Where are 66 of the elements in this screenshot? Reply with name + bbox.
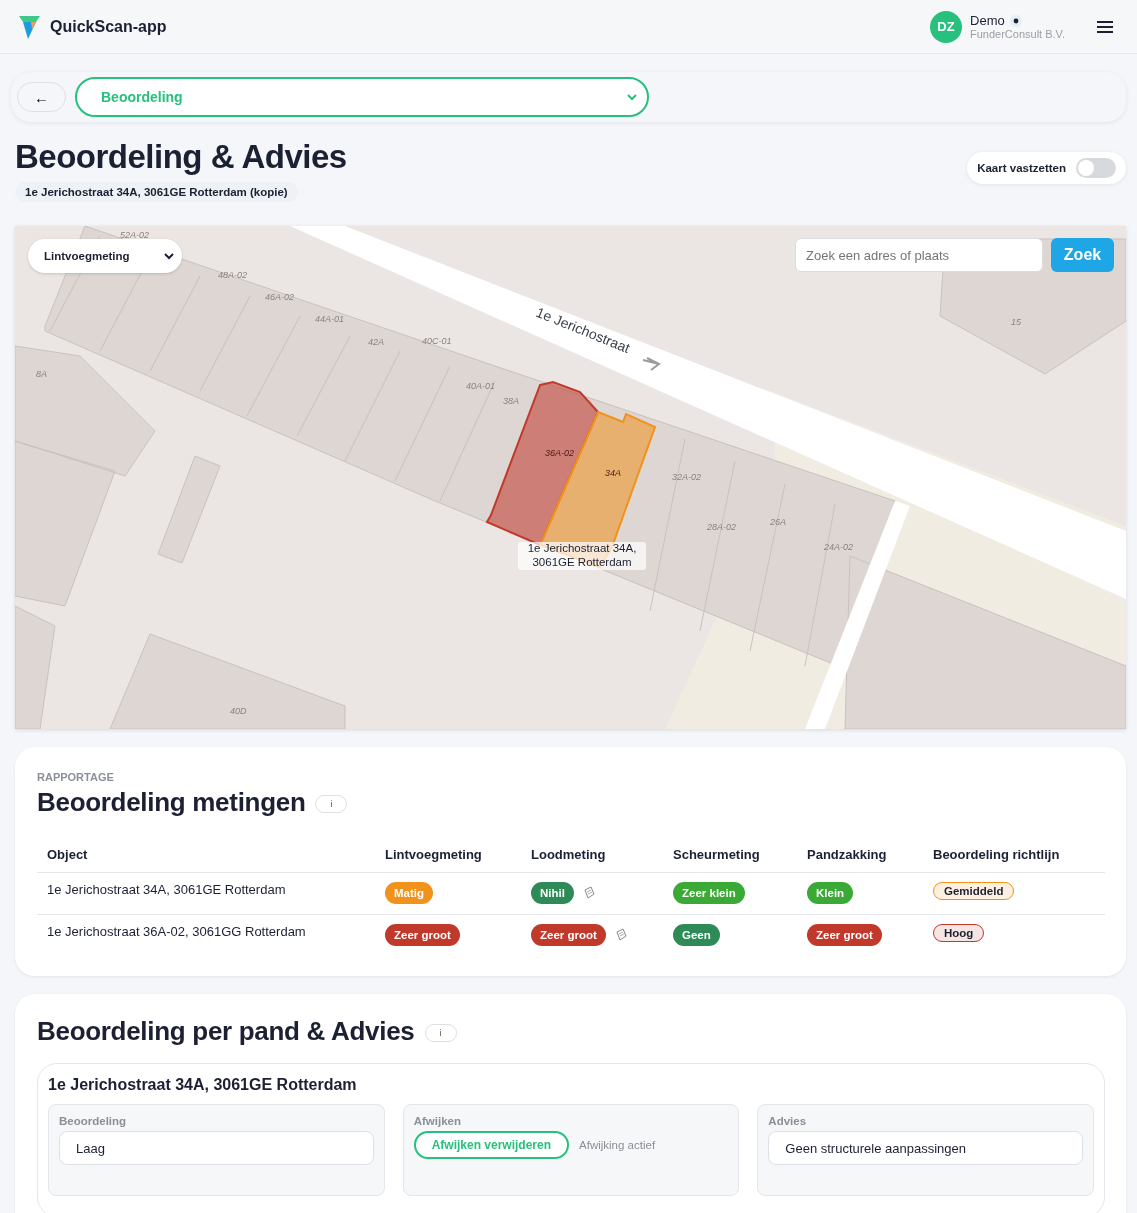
page-title: Beoordeling & Advies [15, 138, 347, 176]
column-header: Lintvoegmeting [375, 840, 521, 873]
chevron-icon [627, 93, 637, 101]
house-number: 34A [605, 468, 621, 478]
user-name: Demo [970, 13, 1005, 28]
column-header: Beoordeling richtlijn [923, 840, 1105, 873]
rating-badge: Zeer groot [807, 924, 882, 946]
rating-badge: Geen [673, 924, 720, 946]
logo-icon [18, 13, 42, 40]
selected-address-label: 1e Jerichostraat 34A, 3061GE Rotterdam [518, 542, 646, 570]
house-number: 36A-02 [545, 448, 575, 458]
field-label: Afwijken [413, 1115, 462, 1127]
house-number: 24A-02 [824, 542, 854, 552]
address-chip: 1e Jerichostraat 34A, 3061GE Rotterdam (kopie) [15, 182, 298, 202]
field-label: Advies [768, 1115, 808, 1127]
house-number: 40A-01 [466, 381, 496, 391]
section-title: Beoordeling metingen [37, 787, 306, 818]
object-cell: 1e Jerichostraat 36A-02, 3061GG Rotterdam [47, 924, 306, 939]
rating-badge: Klein [807, 882, 854, 904]
house-number: 40D [230, 706, 247, 716]
info-button[interactable]: i [315, 794, 348, 813]
column-header: Loodmeting [521, 840, 663, 873]
house-number: 52A-02 [120, 230, 150, 240]
company-name: FunderConsult B.V. [970, 28, 1065, 40]
column-header: Object [37, 840, 375, 873]
select-field[interactable]: Geen structurele aanpassingen [768, 1131, 1083, 1165]
house-number: 42A [368, 337, 384, 347]
chevron-icon [164, 252, 174, 260]
lock-map-label: Kaart vastzetten [977, 162, 1066, 174]
rating-badge: Nihil [531, 882, 574, 904]
rating-badge: Zeer groot [385, 924, 460, 946]
section-title: Beoordeling per pand & Advies [37, 1016, 415, 1047]
section-eyebrow: RAPPORTAGE [37, 771, 115, 783]
house-number: 46A-02 [265, 292, 295, 302]
rating-badge: Matig [385, 882, 434, 904]
status-icon [1009, 14, 1022, 27]
rating-badge: Hoog [933, 924, 985, 942]
object-cell: 1e Jerichostraat 34A, 3061GE Rotterdam [47, 882, 286, 897]
direction-arrow-icon [642, 357, 661, 371]
field-label: Beoordeling [59, 1115, 128, 1127]
back-button[interactable]: ← [17, 82, 66, 112]
house-number: 28A-02 [707, 522, 737, 532]
app-name: QuickScan-app [50, 17, 167, 36]
rating-badge: Zeer groot [531, 924, 606, 946]
house-number: 38A [503, 396, 519, 406]
rating-badge: Zeer klein [673, 882, 745, 904]
house-number: 44A-01 [315, 314, 345, 324]
house-number: 40C-01 [422, 336, 452, 346]
address-search-field[interactable]: Zoek een adres of plaats [795, 238, 1043, 272]
house-number: 48A-02 [218, 270, 248, 280]
building-title: 1e Jerichostraat 34A, 3061GE Rotterdam [48, 1076, 358, 1094]
info-button[interactable]: i [424, 1023, 457, 1042]
document-icon[interactable] [581, 886, 596, 900]
layer-select[interactable]: Lintvoegmeting [28, 239, 182, 273]
deviation-status: Afwijking actief [579, 1139, 656, 1151]
rating-badge: Gemiddeld [933, 882, 1015, 900]
document-icon[interactable] [613, 928, 628, 942]
lock-map-toggle[interactable] [1076, 158, 1116, 178]
select-field[interactable]: Laag [59, 1131, 374, 1165]
menu-icon[interactable] [1097, 19, 1115, 34]
column-header: Pandzakking [797, 840, 923, 873]
house-number: 8A [36, 369, 47, 379]
column-header: Scheurmeting [663, 840, 797, 873]
house-number: 32A-02 [672, 472, 702, 482]
house-number: 26A [770, 517, 786, 527]
house-number: 15 [1011, 317, 1021, 327]
